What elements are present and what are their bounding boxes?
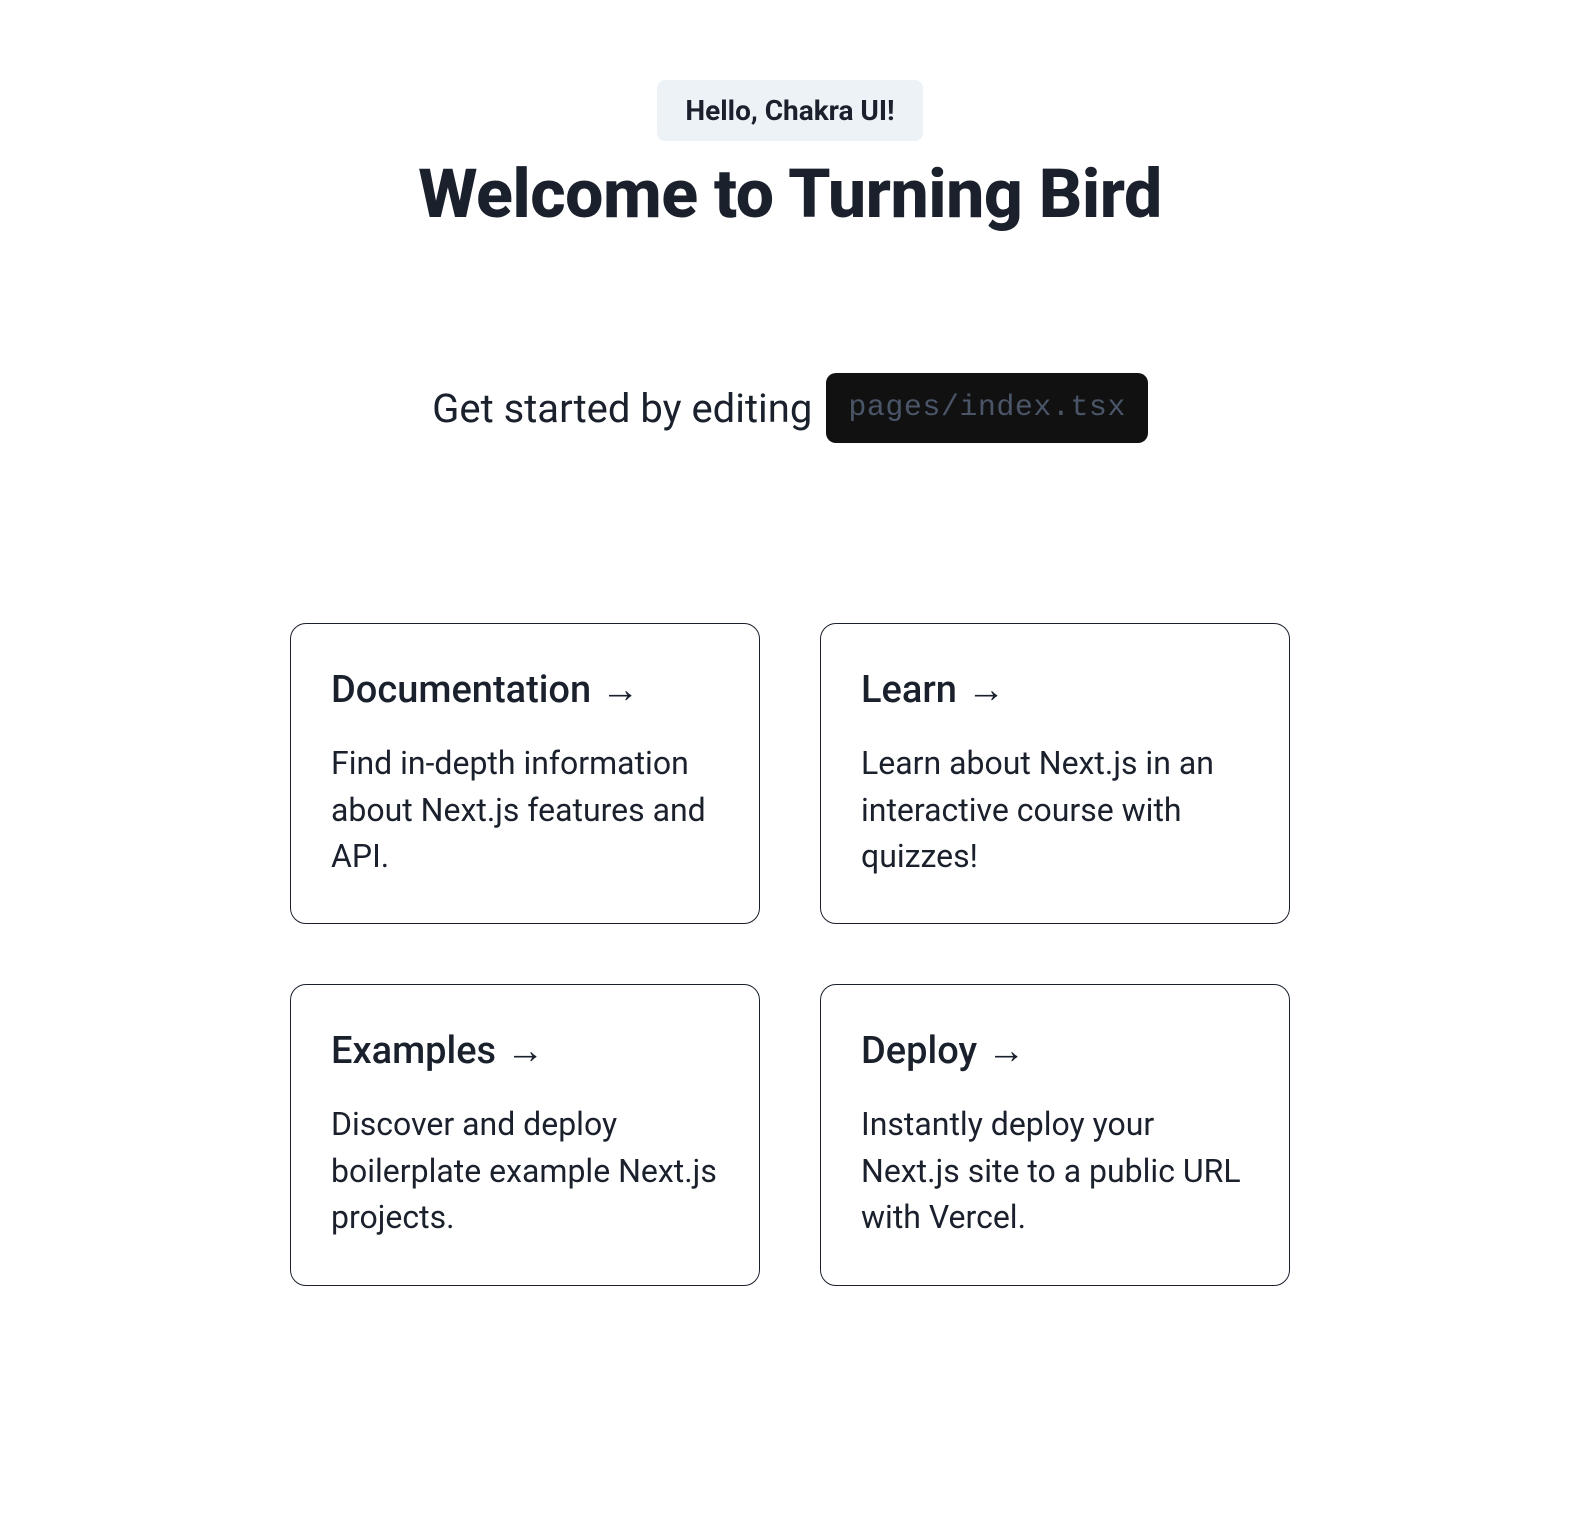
get-started-text: Get started by editing — [432, 385, 812, 432]
hello-badge: Hello, Chakra UI! — [657, 80, 922, 141]
card-title-text: Learn — [861, 668, 957, 712]
arrow-right-icon: → — [506, 1032, 544, 1070]
learn-card-title: Learn → — [861, 668, 1249, 712]
deploy-card[interactable]: Deploy → Instantly deploy your Next.js s… — [820, 984, 1290, 1285]
documentation-card-title: Documentation → — [331, 668, 719, 712]
examples-card-title: Examples → — [331, 1029, 719, 1073]
arrow-right-icon: → — [967, 671, 1005, 709]
arrow-right-icon: → — [987, 1032, 1025, 1070]
examples-card-desc: Discover and deploy boilerplate example … — [331, 1101, 719, 1240]
code-file-chip: pages/index.tsx — [826, 373, 1148, 443]
card-title-text: Deploy — [861, 1029, 977, 1073]
page-title: Welcome to Turning Bird — [418, 155, 1161, 233]
documentation-card[interactable]: Documentation → Find in-depth informatio… — [290, 623, 760, 924]
get-started-line: Get started by editing pages/index.tsx — [432, 373, 1148, 443]
card-title-text: Examples — [331, 1029, 496, 1073]
cards-grid: Documentation → Find in-depth informatio… — [250, 623, 1330, 1285]
learn-card[interactable]: Learn → Learn about Next.js in an intera… — [820, 623, 1290, 924]
deploy-card-desc: Instantly deploy your Next.js site to a … — [861, 1101, 1249, 1240]
deploy-card-title: Deploy → — [861, 1029, 1249, 1073]
arrow-right-icon: → — [601, 671, 639, 709]
examples-card[interactable]: Examples → Discover and deploy boilerpla… — [290, 984, 760, 1285]
learn-card-desc: Learn about Next.js in an interactive co… — [861, 740, 1249, 879]
main-container: Hello, Chakra UI! Welcome to Turning Bir… — [230, 0, 1350, 1326]
documentation-card-desc: Find in-depth information about Next.js … — [331, 740, 719, 879]
card-title-text: Documentation — [331, 668, 591, 712]
